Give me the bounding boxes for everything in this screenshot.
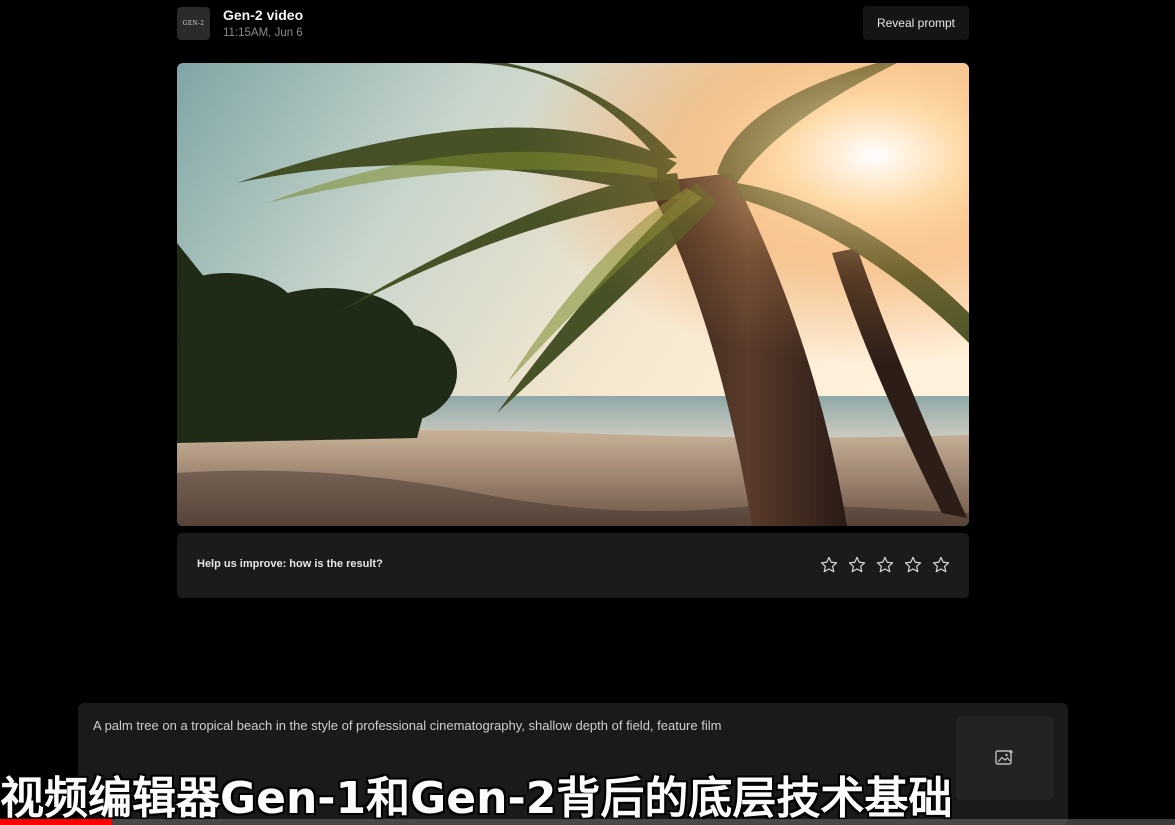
- feedback-panel: Help us improve: how is the result?: [177, 533, 969, 598]
- generated-video[interactable]: [177, 63, 969, 526]
- video-timestamp: 11:15AM, Jun 6: [223, 27, 303, 39]
- video-header: GEN-2 Gen-2 video 11:15AM, Jun 6 Reveal …: [177, 6, 969, 42]
- star-icon[interactable]: [875, 555, 895, 575]
- playback-progress-fill: [0, 819, 112, 825]
- playback-progress-bar[interactable]: [0, 819, 1175, 825]
- star-icon[interactable]: [931, 555, 951, 575]
- feedback-question: Help us improve: how is the result?: [197, 558, 383, 570]
- prompt-text[interactable]: A palm tree on a tropical beach in the s…: [93, 718, 721, 733]
- video-frame: [177, 63, 969, 526]
- star-icon[interactable]: [819, 555, 839, 575]
- video-subtitle-caption: 视频编辑器Gen-1和Gen-2背后的底层技术基础: [0, 773, 953, 824]
- star-icon[interactable]: [903, 555, 923, 575]
- video-title: Gen-2 video: [223, 7, 304, 23]
- star-icon[interactable]: [847, 555, 867, 575]
- star-rating: [819, 555, 951, 575]
- reveal-prompt-button[interactable]: Reveal prompt: [863, 6, 969, 40]
- gen2-logo: GEN-2: [177, 7, 210, 40]
- image-add-icon: [995, 750, 1013, 765]
